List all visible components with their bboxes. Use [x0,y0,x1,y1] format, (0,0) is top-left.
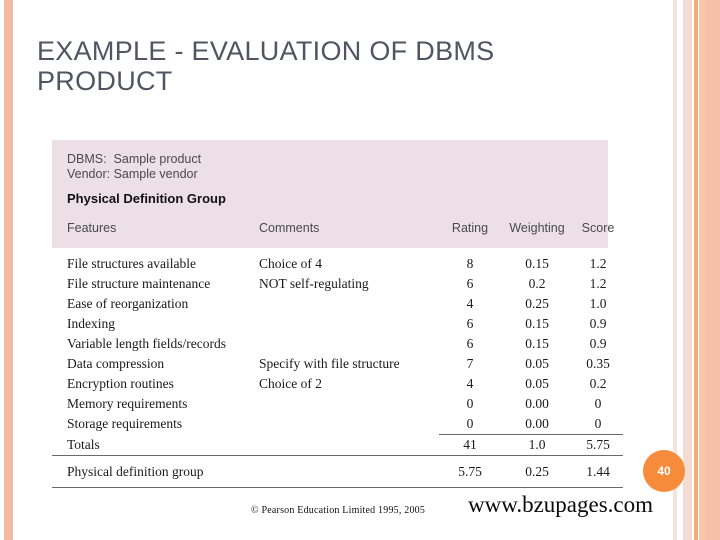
row-weighting: 0.15 [525,256,549,271]
row-weighting: 0.00 [525,396,549,411]
table-row: Data compression Specify with file struct… [52,354,623,374]
row-weighting: 0.05 [525,356,549,371]
column-header-comments: Comments [259,221,320,235]
copyright-notice: © Pearson Education Limited 1995, 2005 [251,505,426,516]
row-comment: Choice of 2 [259,376,322,391]
row-weighting: 0.00 [525,416,549,431]
row-comment [259,414,439,434]
row-score: 0 [594,416,602,431]
table-header-panel: DBMS: Sample product Vendor: Sample vend… [52,140,614,248]
summary-weighting: 0.25 [525,464,549,479]
row-feature: File structure maintenance [67,276,211,291]
row-score: 1.0 [589,296,607,311]
row-feature: Encryption routines [67,376,174,391]
table-row: Ease of reorganization 4 0.25 1.0 [52,294,623,314]
totals-row: Totals 41 1.0 5.75 [52,435,623,456]
slide-title: EXAMPLE - EVALUATION OF DBMS PRODUCT [37,36,495,96]
row-rating: 7 [466,356,474,371]
table-row: File structure maintenance NOT self-regul… [52,274,623,294]
decorative-stripe-right-4 [699,0,706,540]
group-title: Physical Definition Group [67,191,226,206]
summary-comment [259,462,439,482]
table-body-area: File structures available Choice of 4 8 0.1… [52,248,623,489]
row-weighting: 0.05 [525,376,549,391]
decorative-stripe-right-2 [683,0,692,540]
row-rating: 6 [466,276,474,291]
row-weighting: 0.15 [525,316,549,331]
row-weighting: 0.15 [525,336,549,351]
row-rating: 8 [466,256,474,271]
site-watermark: www.bzupages.com [468,492,654,517]
totals-score: 5.75 [586,437,610,452]
slide-canvas: EXAMPLE - EVALUATION OF DBMS PRODUCT DBM… [0,0,720,540]
decorative-stripe-right-5 [706,0,720,540]
column-header-features: Features [67,221,117,235]
decorative-stripe-right-3 [694,0,698,540]
dbms-line: DBMS: Sample product [67,152,202,166]
row-score: 1.2 [589,256,607,271]
page-number-badge: 40 [643,450,685,492]
evaluation-table: DBMS: Sample product Vendor: Sample vend… [52,140,623,489]
column-header-weighting: Weighting [509,221,565,235]
vendor-line: Vendor: Sample vendor [67,167,198,181]
row-rating: 6 [466,336,474,351]
table-row: Memory requirements 0 0.00 0 [52,394,623,414]
row-rating: 4 [466,296,474,311]
table-row: Indexing 6 0.15 0.9 [52,314,623,334]
row-comment [259,314,439,334]
table-bottom-rule [52,487,623,489]
row-weighting: 0.2 [528,276,546,291]
row-feature: Data compression [67,356,165,371]
row-comment: Choice of 4 [259,256,322,271]
row-score: 0 [594,396,602,411]
row-rating: 0 [466,416,474,431]
row-rating: 6 [466,316,474,331]
table-body: File structures available Choice of 4 8 0.1… [52,254,623,489]
row-feature: Ease of reorganization [67,296,189,311]
table-row: Storage requirements 0 0.00 0 [52,414,623,434]
totals-rating: 41 [463,437,477,452]
row-feature: Memory requirements [67,396,188,411]
row-comment [259,294,439,314]
summary-label: Physical definition group [67,464,204,479]
table-row: Variable length fields/records 6 0.15 0.9 [52,334,623,354]
row-score: 0.35 [586,356,610,371]
column-header-score: Score [581,221,615,235]
table-row: File structures available Choice of 4 8 0.1… [52,254,623,274]
row-comment [259,394,439,414]
row-score: 0.9 [589,336,607,351]
row-comment: Specify with file structure [259,356,400,371]
row-rating: 0 [466,396,474,411]
row-rating: 4 [466,376,474,391]
totals-weighting: 1.0 [528,437,546,452]
row-comment [259,334,439,354]
column-header-row: Features Comments Rating Weighting Score [52,207,623,241]
totals-comment [259,435,439,456]
summary-row: Physical definition group 5.75 0.25 1.44 [52,462,623,482]
table-row: Encryption routines Choice of 2 4 0.05 0.2 [52,374,623,394]
row-score: 0.2 [589,376,607,391]
column-header-rating: Rating [451,221,489,235]
row-feature: Indexing [67,316,115,331]
row-weighting: 0.25 [525,296,549,311]
row-feature: Storage requirements [67,416,183,431]
decorative-stripe-left [4,0,13,540]
summary-score: 1.44 [586,464,610,479]
row-score: 1.2 [589,276,607,291]
row-feature: File structures available [67,256,196,271]
row-comment: NOT self-regulating [259,276,369,291]
totals-label: Totals [67,437,100,452]
row-score: 0.9 [589,316,607,331]
column-header-table: Features Comments Rating Weighting Score [52,207,623,241]
summary-rating: 5.75 [458,464,482,479]
row-feature: Variable length fields/records [67,336,226,351]
